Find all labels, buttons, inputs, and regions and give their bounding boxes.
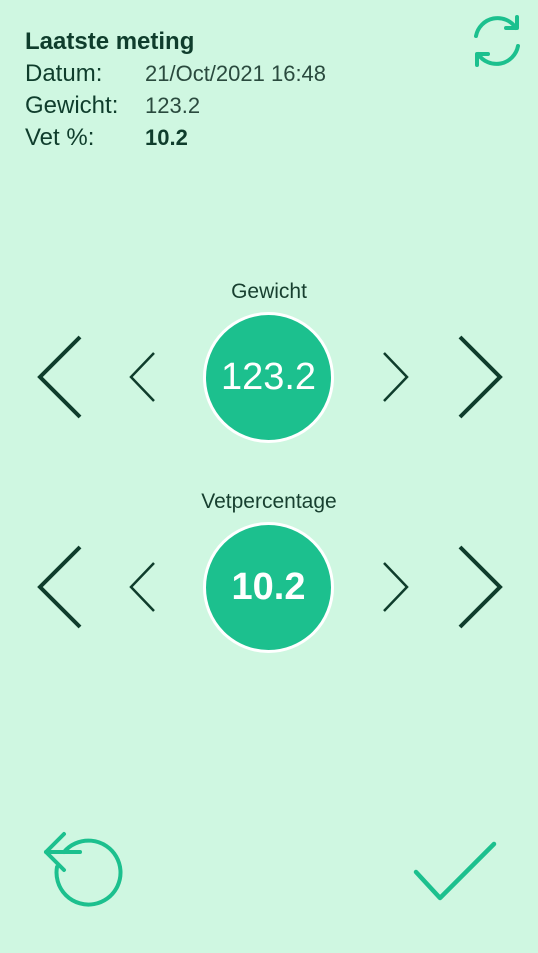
last-measurement-panel: Laatste meting Datum: 21/Oct/2021 16:48 … (25, 26, 326, 154)
weight-control-label: Gewicht (231, 280, 307, 303)
date-value: 21/Oct/2021 16:48 (145, 61, 327, 86)
weight-value-display: 123.2 (203, 312, 334, 443)
weight-label: Gewicht: (25, 92, 119, 119)
date-row: Datum: 21/Oct/2021 16:48 (25, 58, 326, 90)
fat-value-display: 10.2 (203, 522, 334, 653)
refresh-icon[interactable] (468, 12, 526, 70)
weight-row: Gewicht: 123.2 (25, 90, 326, 122)
fat-decrease-large-button[interactable] (34, 543, 86, 631)
fat-increase-small-button[interactable] (378, 560, 412, 614)
fat-control-label: Vetpercentage (201, 490, 337, 513)
weight-increase-large-button[interactable] (454, 333, 506, 421)
fat-increase-large-button[interactable] (454, 543, 506, 631)
fat-value: 10.2 (145, 125, 188, 150)
fat-row: Vet %: 10.2 (25, 122, 326, 154)
weight-increase-small-button[interactable] (378, 350, 412, 404)
date-label: Datum: (25, 60, 103, 87)
fat-label: Vet %: (25, 124, 95, 151)
last-measurement-title: Laatste meting (25, 28, 195, 55)
fat-decrease-small-button[interactable] (126, 560, 160, 614)
check-icon[interactable] (412, 840, 498, 906)
weight-decrease-small-button[interactable] (126, 350, 160, 404)
undo-icon[interactable] (40, 828, 130, 918)
weight-decrease-large-button[interactable] (34, 333, 86, 421)
weight-value: 123.2 (145, 93, 201, 118)
